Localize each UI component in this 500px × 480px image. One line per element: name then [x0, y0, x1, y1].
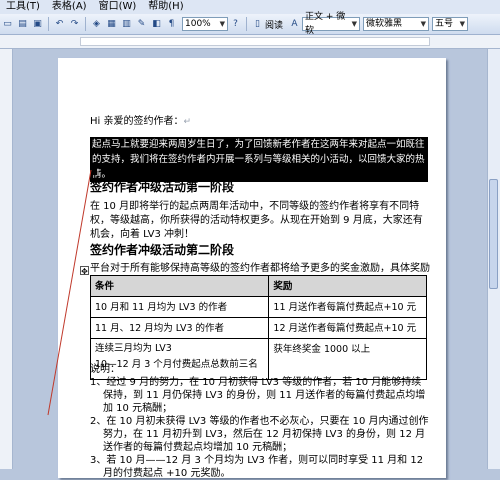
menu-table[interactable]: 表格(A): [46, 0, 93, 14]
table-cell[interactable]: 11 月、12 月均为 LV3 的作者: [89, 317, 270, 339]
style-select[interactable]: 正文 + 微软 ▼: [302, 12, 361, 36]
undo-icon[interactable]: ↶: [53, 18, 66, 31]
menu-tools[interactable]: 工具(T): [0, 0, 46, 14]
ruler-text-area: [80, 37, 430, 46]
read-icon[interactable]: ▯: [251, 18, 264, 31]
menu-help[interactable]: 帮助(H): [142, 0, 189, 14]
toolbar-separator: [85, 17, 86, 31]
intro-paragraph-selected[interactable]: 起点马上就要迎来两周岁生日了，为了回馈新老作者在这两年来对起点一如既往的支持，我…: [90, 137, 428, 182]
styles-pane-icon[interactable]: A: [288, 18, 301, 31]
document-page[interactable]: Hi 亲爱的签约作者：↵ 起点马上就要迎来两周岁生日了，为了回馈新老作者在这两年…: [58, 58, 446, 480]
notes-list: 说明： 1、经过 9 月的努力，在 10 月初获得 LV3 等级的作者，若 10…: [90, 363, 430, 480]
formatting-toolbar: ▭ ▤ ▣ ↶ ↷ ◈ ▦ ▥ ✎ ◧ ¶ 100% ▼ ? ▯ 阅读 A 正文 …: [0, 12, 500, 36]
list-item: 2、在 10 月初未获得 LV3 等级的作者也不必灰心，只要在 10 月内通过创…: [90, 416, 429, 453]
chevron-down-icon: ▼: [459, 20, 466, 28]
table-row: 10 月和 11 月均为 LV3 的作者 11 月送作者每篇付费起点+10 元: [89, 296, 427, 318]
paragraph-mark-icon: ↵: [183, 117, 192, 127]
table-header-reward: 奖励: [268, 275, 427, 297]
paragraph-marker: [90, 168, 97, 175]
table-cell[interactable]: 11 月送作者每篇付费起点+10 元: [268, 296, 427, 318]
font-select[interactable]: 微软雅黑 ▼: [363, 17, 430, 31]
horizontal-ruler[interactable]: [0, 35, 500, 49]
style-value: 正文 + 微软: [305, 12, 346, 36]
hyperlink-icon[interactable]: ◈: [90, 18, 103, 31]
font-size-value: 五号: [435, 19, 454, 29]
columns-icon[interactable]: ▥: [120, 18, 133, 31]
scrollbar-thumb[interactable]: [489, 179, 498, 289]
chevron-down-icon: ▼: [219, 20, 225, 28]
zoom-select[interactable]: 100% ▼: [182, 17, 228, 31]
save-icon[interactable]: ▣: [31, 18, 44, 31]
chevron-down-icon: ▼: [420, 20, 427, 28]
table-move-handle-icon[interactable]: ✥: [80, 266, 89, 276]
vertical-scrollbar[interactable]: [487, 49, 500, 469]
font-size-select[interactable]: 五号 ▼: [432, 17, 469, 31]
greeting-text: Hi 亲爱的签约作者：: [90, 116, 184, 127]
redo-icon[interactable]: ↷: [68, 18, 81, 31]
list-item: 1、经过 9 月的努力，在 10 月初获得 LV3 等级的作者，若 10 月能够…: [90, 377, 426, 414]
notes-title: 说明：: [90, 364, 120, 375]
toolbar-separator: [48, 17, 49, 31]
read-button[interactable]: 阅读: [265, 18, 283, 31]
drawing-icon[interactable]: ✎: [135, 18, 148, 31]
table-row: 11 月、12 月均为 LV3 的作者 12 月送作者每篇付费起点+10 元: [89, 317, 427, 339]
map-icon[interactable]: ◧: [150, 18, 163, 31]
paragraph-icon[interactable]: ¶: [165, 18, 178, 31]
section-heading-2: 签约作者冲级活动第二阶段: [90, 243, 235, 257]
menu-bar: 工具(T) 表格(A) 窗口(W) 帮助(H): [0, 0, 500, 14]
menu-window[interactable]: 窗口(W): [93, 0, 143, 14]
section-1-paragraph: 在 10 月即将举行的起点两周年活动中，不同等级的签约作者将享有不同特权，等级越…: [90, 201, 423, 240]
section-heading-1: 签约作者冲级活动第一阶段: [90, 180, 235, 194]
chevron-down-icon: ▼: [351, 20, 358, 28]
help-icon[interactable]: ?: [229, 18, 242, 31]
table-icon[interactable]: ▦: [105, 18, 118, 31]
table-header-condition: 条件: [89, 275, 270, 297]
greeting-line: Hi 亲爱的签约作者：↵: [90, 115, 430, 129]
zoom-value: 100%: [185, 19, 211, 29]
font-value: 微软雅黑: [366, 19, 403, 29]
new-icon[interactable]: ▭: [1, 18, 14, 31]
toolbar-separator: [246, 17, 247, 31]
vertical-ruler[interactable]: [0, 49, 13, 469]
table-cell[interactable]: 12 月送作者每篇付费起点+10 元: [268, 317, 427, 339]
list-item: 3、若 10 月——12 月 3 个月均为 LV3 作者，则可以同时享受 11 …: [90, 455, 424, 479]
table-cell[interactable]: 10 月和 11 月均为 LV3 的作者: [89, 296, 270, 318]
open-icon[interactable]: ▤: [16, 18, 29, 31]
table-header-row: 条件 奖励: [89, 275, 427, 297]
